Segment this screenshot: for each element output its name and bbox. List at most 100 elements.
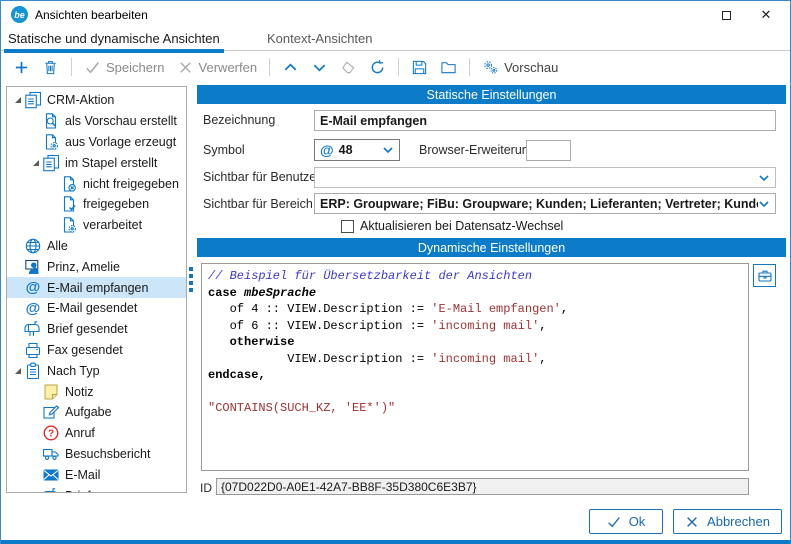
tree-item-fax-gesendet[interactable]: Fax gesendet xyxy=(7,340,186,361)
refresh-button[interactable] xyxy=(365,57,390,78)
close-button[interactable]: ✕ xyxy=(746,1,786,29)
gears-icon xyxy=(482,59,499,76)
tree-item-notiz[interactable]: Notiz xyxy=(7,381,186,402)
tree-item-label: Brief xyxy=(65,489,91,493)
discard-button: Verwerfen xyxy=(173,57,262,78)
chevup-icon xyxy=(282,59,299,76)
task-icon xyxy=(42,403,60,421)
chevron-down-icon xyxy=(382,144,394,156)
preview-button[interactable]: Vorschau xyxy=(478,57,562,78)
note-icon xyxy=(42,383,60,401)
browser-erweiterung-input[interactable] xyxy=(526,140,571,161)
move-down-button[interactable] xyxy=(307,57,332,78)
view-tree: CRM-Aktion als Vorschau erstellt aus Vorla… xyxy=(6,86,187,493)
tree-item-nach-typ[interactable]: Nach Typ xyxy=(7,360,186,381)
tab-context[interactable]: Kontext-Ansichten xyxy=(263,29,377,51)
docgear-icon xyxy=(42,133,60,151)
symbol-value: 48 xyxy=(339,143,353,157)
doccheck-icon xyxy=(60,195,78,213)
tree-item-label: Nach Typ xyxy=(47,364,100,378)
move-up-button[interactable] xyxy=(278,57,303,78)
import-button[interactable] xyxy=(436,57,461,78)
tree-item-label: CRM-Aktion xyxy=(47,93,114,107)
tree-item-label: Besuchsbericht xyxy=(65,447,150,461)
sichtbar-benutzer-dropdown[interactable] xyxy=(314,167,776,188)
aktualisieren-checkbox[interactable] xyxy=(341,220,354,233)
splitter-handle[interactable] xyxy=(189,267,194,292)
id-label: ID xyxy=(200,481,212,495)
tree-expander-icon[interactable] xyxy=(11,368,24,374)
at-icon: @ xyxy=(320,142,334,158)
symbol-dropdown[interactable]: @ 48 xyxy=(314,139,400,161)
tree-item-besuchsbericht[interactable]: Besuchsbericht xyxy=(7,444,186,465)
tree-item-anruf[interactable]: ?Anruf xyxy=(7,423,186,444)
envelope-icon xyxy=(42,466,60,484)
docx-icon xyxy=(60,175,78,193)
tree-item-aus-vorlage-erzeugt[interactable]: aus Vorlage erzeugt xyxy=(7,132,186,153)
export-button[interactable] xyxy=(407,57,432,78)
tree-item-e-mail-empfangen[interactable]: @E-Mail empfangen xyxy=(7,277,186,298)
stack-icon xyxy=(42,154,60,172)
tree-item-alle[interactable]: Alle xyxy=(7,236,186,257)
formula-code-editor[interactable]: // Beispiel für Übersetzbarkeit der Ansi… xyxy=(201,263,749,471)
formula-wizard-button[interactable] xyxy=(753,264,776,287)
tree-item-label: als Vorschau erstellt xyxy=(65,114,177,128)
tab-bar: Statische und dynamische Ansichten Konte… xyxy=(1,29,790,51)
docgear-icon xyxy=(60,216,78,234)
tree-item-label: Notiz xyxy=(65,385,93,399)
stack-icon xyxy=(24,91,42,109)
tree-item-label: verarbeitet xyxy=(83,218,142,232)
briefcase-icon xyxy=(757,268,773,284)
ok-button[interactable]: Ok xyxy=(589,509,663,534)
tree-item-freigegeben[interactable]: freigegeben xyxy=(7,194,186,215)
tree-expander-icon[interactable] xyxy=(11,97,24,103)
tree-item-brief[interactable]: Brief xyxy=(7,485,186,493)
chevron-down-icon xyxy=(758,172,770,184)
code-line: // Beispiel für Übersetzbarkeit der Ansi… xyxy=(208,268,742,285)
preview-icon xyxy=(42,112,60,130)
globe-icon xyxy=(24,237,42,255)
toolbar-button-label: Vorschau xyxy=(504,60,558,75)
trash-icon xyxy=(42,59,59,76)
code-line: of 4 :: VIEW.Description := 'E-Mail empf… xyxy=(208,301,742,318)
tree-expander-icon[interactable] xyxy=(29,160,42,166)
tree-item-label: E-Mail xyxy=(65,468,100,482)
dialog-window: be Ansichten bearbeiten ✕ Statische und … xyxy=(0,0,791,544)
tab-static-dynamic[interactable]: Statische und dynamische Ansichten xyxy=(4,29,224,51)
cancel-button[interactable]: Abbrechen xyxy=(673,509,782,534)
tree-item-e-mail-gesendet[interactable]: @E-Mail gesendet xyxy=(7,298,186,319)
tree-item-nicht-freigegeben[interactable]: nicht freigegeben xyxy=(7,173,186,194)
tree-item-aufgabe[interactable]: Aufgabe xyxy=(7,402,186,423)
folder-icon xyxy=(440,59,457,76)
cancel-button-label: Abbrechen xyxy=(707,514,770,529)
tab-label: Statische und dynamische Ansichten xyxy=(8,31,220,46)
delete-view-button[interactable] xyxy=(38,57,63,78)
tree-item-als-vorschau-erstellt[interactable]: als Vorschau erstellt xyxy=(7,111,186,132)
tree-item-e-mail[interactable]: E-Mail xyxy=(7,464,186,485)
x-icon xyxy=(685,515,699,529)
title-bar: be Ansichten bearbeiten ✕ xyxy=(1,1,790,29)
at-icon: @ xyxy=(24,279,42,297)
close-icon: ✕ xyxy=(761,7,772,23)
floppy-icon xyxy=(411,59,428,76)
truck-icon xyxy=(42,445,60,463)
tree-item-prinz-amelie[interactable]: Prinz, Amelie xyxy=(7,256,186,277)
bereich-value: ERP: Groupware; FiBu: Groupware; Kunden;… xyxy=(320,197,758,211)
ok-button-label: Ok xyxy=(629,514,646,529)
sichtbar-bereich-dropdown[interactable]: ERP: Groupware; FiBu: Groupware; Kunden;… xyxy=(314,193,776,214)
tree-item-label: Alle xyxy=(47,239,68,253)
maximize-button[interactable] xyxy=(706,1,746,29)
tree-item-brief-gesendet[interactable]: Brief gesendet xyxy=(7,319,186,340)
toolbar: SpeichernVerwerfen Vorschau xyxy=(1,53,790,81)
code-line: VIEW.Description := 'incoming mail', xyxy=(208,351,742,368)
save-button: Speichern xyxy=(80,57,169,78)
code-line: "CONTAINS(SUCH_KZ, 'EE*')" xyxy=(208,400,742,417)
app-logo-icon: be xyxy=(11,6,28,23)
user-icon xyxy=(24,258,42,276)
tree-item-im-stapel-erstellt[interactable]: im Stapel erstellt xyxy=(7,152,186,173)
add-view-button[interactable] xyxy=(9,57,34,78)
tree-item-verarbeitet[interactable]: verarbeitet xyxy=(7,215,186,236)
tree-item-crm-aktion[interactable]: CRM-Aktion xyxy=(7,90,186,111)
bezeichnung-input[interactable]: E-Mail empfangen xyxy=(314,110,776,131)
code-line: endcase, xyxy=(208,367,742,384)
